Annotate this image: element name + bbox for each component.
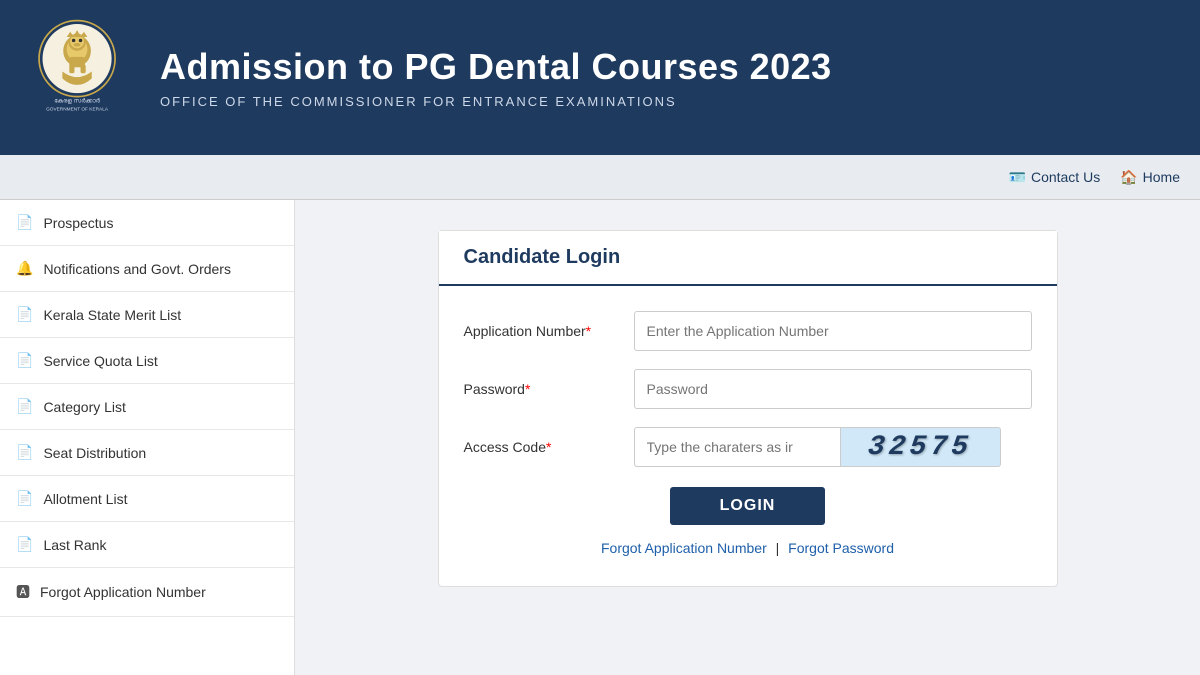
- sidebar-item-seat-distribution[interactable]: 📄 Seat Distribution: [0, 430, 294, 476]
- forgot-password-link[interactable]: Forgot Password: [788, 540, 894, 556]
- login-card: Candidate Login Application Number* Pass…: [438, 230, 1058, 587]
- password-required: *: [525, 381, 530, 397]
- login-btn-row: LOGIN: [464, 487, 1032, 525]
- sidebar-item-kerala-merit[interactable]: 📄 Kerala State Merit List: [0, 292, 294, 338]
- password-row: Password*: [464, 369, 1032, 409]
- app-number-input[interactable]: [634, 311, 1032, 351]
- prospectus-icon: 📄: [16, 214, 33, 231]
- link-separator: |: [776, 540, 780, 556]
- sidebar-item-service-quota[interactable]: 📄 Service Quota List: [0, 338, 294, 384]
- login-card-header: Candidate Login: [439, 231, 1057, 286]
- password-input[interactable]: [634, 369, 1032, 409]
- sidebar-item-allotment-list[interactable]: 📄 Allotment List: [0, 476, 294, 522]
- svg-text:GOVERNMENT OF KERALA: GOVERNMENT OF KERALA: [46, 106, 109, 112]
- sidebar-item-forgot-app[interactable]: 🅰 Forgot Application Number: [0, 568, 294, 617]
- site-subtitle: OFFICE OF THE COMMISSIONER FOR ENTRANCE …: [160, 94, 832, 109]
- forgot-app-icon: 🅰: [16, 582, 30, 602]
- app-number-required: *: [586, 323, 591, 339]
- sidebar-item-last-rank[interactable]: 📄 Last Rank: [0, 522, 294, 568]
- notifications-icon: 🔔: [16, 260, 33, 277]
- main-content: Candidate Login Application Number* Pass…: [295, 200, 1200, 675]
- forgot-links: Forgot Application Number | Forgot Passw…: [464, 540, 1032, 566]
- forgot-app-number-link[interactable]: Forgot Application Number: [601, 540, 767, 556]
- login-card-body: Application Number* Password* Access Cod…: [439, 286, 1057, 586]
- service-quota-icon: 📄: [16, 352, 33, 369]
- captcha-text: 32575: [867, 432, 974, 463]
- svg-text:കേരള സർക്കാർ: കേരള സർക്കാർ: [54, 97, 100, 104]
- main-layout: 📄 Prospectus 🔔 Notifications and Govt. O…: [0, 200, 1200, 675]
- login-title: Candidate Login: [464, 246, 1032, 269]
- home-link[interactable]: 🏠 Home: [1120, 169, 1180, 186]
- login-button[interactable]: LOGIN: [670, 487, 826, 525]
- sidebar-item-notifications[interactable]: 🔔 Notifications and Govt. Orders: [0, 246, 294, 292]
- captcha-image: 32575: [841, 427, 1001, 467]
- kerala-logo: കേരള സർക്കാർ GOVERNMENT OF KERALA: [30, 18, 125, 113]
- sidebar: 📄 Prospectus 🔔 Notifications and Govt. O…: [0, 200, 295, 675]
- last-rank-icon: 📄: [16, 536, 33, 553]
- access-code-required: *: [546, 439, 551, 455]
- access-code-input-group: 32575: [634, 427, 1001, 467]
- sidebar-item-prospectus[interactable]: 📄 Prospectus: [0, 200, 294, 246]
- contact-icon: 🪪: [1009, 169, 1026, 186]
- sidebar-item-category-list[interactable]: 📄 Category List: [0, 384, 294, 430]
- app-number-row: Application Number*: [464, 311, 1032, 351]
- header-text-block: Admission to PG Dental Courses 2023 OFFI…: [160, 46, 832, 109]
- access-code-row: Access Code* 32575: [464, 427, 1032, 467]
- password-label: Password*: [464, 381, 634, 397]
- access-code-label: Access Code*: [464, 439, 634, 455]
- category-list-icon: 📄: [16, 398, 33, 415]
- top-navbar: 🪪 Contact Us 🏠 Home: [0, 155, 1200, 200]
- home-icon: 🏠: [1120, 169, 1137, 186]
- seat-distribution-icon: 📄: [16, 444, 33, 461]
- allotment-list-icon: 📄: [16, 490, 33, 507]
- access-code-input[interactable]: [634, 427, 841, 467]
- kerala-merit-icon: 📄: [16, 306, 33, 323]
- contact-us-link[interactable]: 🪪 Contact Us: [1009, 169, 1101, 186]
- app-number-label: Application Number*: [464, 323, 634, 339]
- logo-container: കേരള സർക്കാർ GOVERNMENT OF KERALA: [30, 18, 130, 138]
- site-title: Admission to PG Dental Courses 2023: [160, 46, 832, 88]
- site-header: കേരള സർക്കാർ GOVERNMENT OF KERALA Admiss…: [0, 0, 1200, 155]
